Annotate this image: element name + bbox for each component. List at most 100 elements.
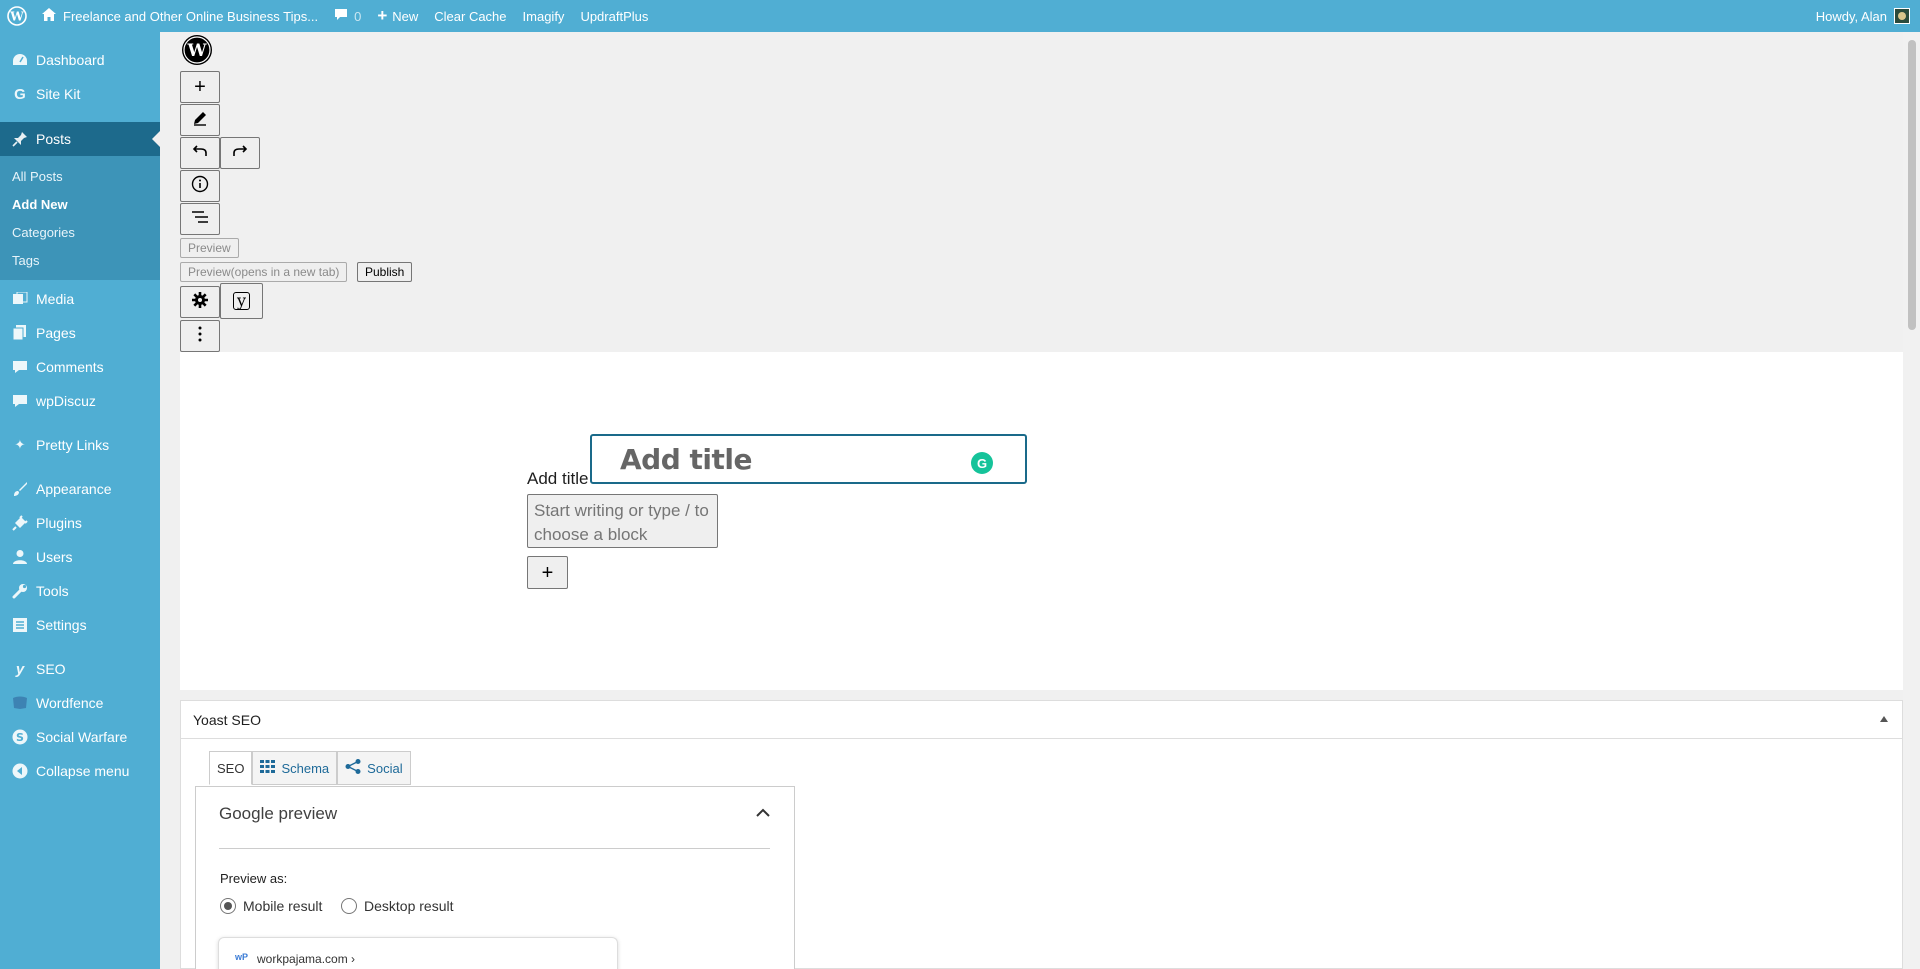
user-icon [10, 547, 30, 567]
sidebar-item-appearance[interactable]: Appearance [0, 472, 160, 506]
settings-button[interactable] [180, 286, 220, 318]
block-appender-textarea[interactable]: Start writing or type / to choose a bloc… [527, 494, 718, 548]
sidebar-item-label: Users [36, 549, 73, 565]
undo-icon [192, 144, 208, 162]
sidebar-item-site-kit[interactable]: G Site Kit [0, 77, 160, 111]
sidebar-item-settings[interactable]: Settings [0, 608, 160, 642]
preview-button[interactable]: Preview [180, 238, 239, 258]
comments-link[interactable]: 0 [326, 0, 369, 32]
yoast-metabox-header[interactable]: Yoast SEO [181, 701, 1902, 739]
radio-button[interactable] [220, 898, 236, 914]
tab-schema[interactable]: Schema [252, 751, 338, 785]
pin-icon [10, 129, 30, 149]
radio-button[interactable] [341, 898, 357, 914]
grid-icon [260, 760, 276, 776]
yoast-tabs: SEO Schema Social [209, 751, 411, 785]
yoast-icon: y [15, 660, 25, 678]
site-name-link[interactable]: Freelance and Other Online Business Tips… [34, 0, 326, 32]
sidebar-item-label: Collapse menu [36, 763, 130, 779]
sidebar-item-social-warfare[interactable]: S Social Warfare [0, 720, 160, 754]
settings-icon [10, 615, 30, 635]
post-title-placeholder: Add title [620, 442, 752, 476]
google-g-icon: G [14, 85, 26, 103]
admin-sidebar: Dashboard G Site Kit Posts All Posts Add… [0, 32, 160, 969]
sidebar-item-label: Social Warfare [36, 729, 128, 745]
clear-cache-link[interactable]: Clear Cache [426, 0, 514, 32]
sidebar-item-users[interactable]: Users [0, 540, 160, 574]
submenu-tags[interactable]: Tags [0, 246, 160, 274]
star-icon: ✦ [14, 437, 26, 452]
my-account-link[interactable]: Howdy, Alan [1808, 0, 1920, 32]
s-icon: S [10, 727, 30, 747]
sidebar-item-pages[interactable]: Pages [0, 316, 160, 350]
svg-text:S: S [16, 731, 24, 744]
preview-new-tab-button[interactable]: Preview(opens in a new tab) [180, 262, 348, 282]
sidebar-item-dashboard[interactable]: Dashboard [0, 43, 160, 77]
serp-url: workpajama.com › [257, 952, 356, 966]
imagify-link[interactable]: Imagify [515, 0, 573, 32]
tools-button[interactable] [180, 104, 220, 136]
submenu-categories[interactable]: Categories [0, 218, 160, 246]
editor-wp-logo[interactable]: W [181, 34, 213, 66]
updraftplus-link[interactable]: UpdraftPlus [572, 0, 656, 32]
block-inserter-button[interactable]: + [180, 71, 220, 103]
sidebar-item-tools[interactable]: Tools [0, 574, 160, 608]
comments-count: 0 [354, 8, 362, 24]
svg-text:W: W [186, 41, 207, 61]
comment-icon [10, 391, 30, 411]
tab-label: Social [367, 760, 403, 776]
sidebar-item-label: Plugins [36, 515, 82, 531]
sidebar-item-label: Appearance [36, 481, 112, 497]
yoast-sidebar-button[interactable]: y [220, 283, 263, 319]
collapse-icon [10, 761, 30, 781]
pages-icon [10, 323, 30, 343]
wordpress-logo-icon: W [182, 35, 212, 65]
google-preview-header[interactable]: Google preview [219, 804, 770, 849]
yoast-icon: y [232, 292, 251, 310]
radio-label: Desktop result [364, 898, 454, 914]
collapse-menu-button[interactable]: Collapse menu [0, 754, 160, 788]
wordpress-logo-icon[interactable]: W [0, 0, 34, 32]
chevron-up-icon[interactable] [756, 804, 770, 822]
sidebar-item-media[interactable]: Media [0, 282, 160, 316]
sidebar-item-seo[interactable]: y SEO [0, 652, 160, 686]
sidebar-item-pretty-links[interactable]: ✦ Pretty Links [0, 428, 160, 462]
redo-icon [232, 144, 248, 162]
sidebar-item-wordfence[interactable]: Wordfence [0, 686, 160, 720]
tab-label: SEO [217, 760, 245, 776]
options-menu-button[interactable] [180, 320, 220, 352]
yoast-metabox-title: Yoast SEO [193, 711, 261, 728]
add-block-button[interactable]: + [527, 556, 568, 589]
publish-button[interactable]: Publish [357, 262, 413, 282]
sidebar-item-plugins[interactable]: Plugins [0, 506, 160, 540]
redo-button[interactable] [220, 137, 260, 169]
submenu-add-new[interactable]: Add New [0, 190, 160, 218]
post-title-input[interactable]: Add title G [590, 434, 1027, 484]
new-content-link[interactable]: + New [369, 0, 426, 32]
grammarly-icon[interactable]: G [971, 452, 993, 474]
sidebar-item-label: Settings [36, 617, 87, 633]
details-button[interactable] [180, 170, 220, 202]
radio-desktop-result[interactable]: Desktop result [341, 898, 453, 914]
site-name: Freelance and Other Online Business Tips… [63, 8, 319, 24]
sidebar-item-label: Wordfence [36, 695, 104, 711]
radio-mobile-result[interactable]: Mobile result [220, 898, 322, 914]
radio-label: Mobile result [243, 898, 323, 914]
scrollbar-thumb[interactable] [1908, 40, 1916, 330]
submenu-all-posts[interactable]: All Posts [0, 162, 160, 190]
collapse-arrow-icon[interactable] [1880, 716, 1888, 722]
list-view-icon [191, 210, 209, 229]
page-scrollbar[interactable] [1903, 32, 1920, 969]
preview-as-label: Preview as: [220, 871, 288, 886]
comment-icon [10, 357, 30, 377]
sidebar-item-wpdiscuz[interactable]: wpDiscuz [0, 384, 160, 418]
undo-button[interactable] [180, 137, 220, 169]
tab-label: Schema [281, 760, 330, 776]
sidebar-item-posts[interactable]: Posts [0, 122, 160, 156]
home-icon [42, 8, 56, 24]
plug-icon [10, 513, 30, 533]
tab-social[interactable]: Social [337, 751, 411, 785]
sidebar-item-comments[interactable]: Comments [0, 350, 160, 384]
tab-seo[interactable]: SEO [209, 751, 253, 785]
list-view-button[interactable] [180, 203, 220, 235]
